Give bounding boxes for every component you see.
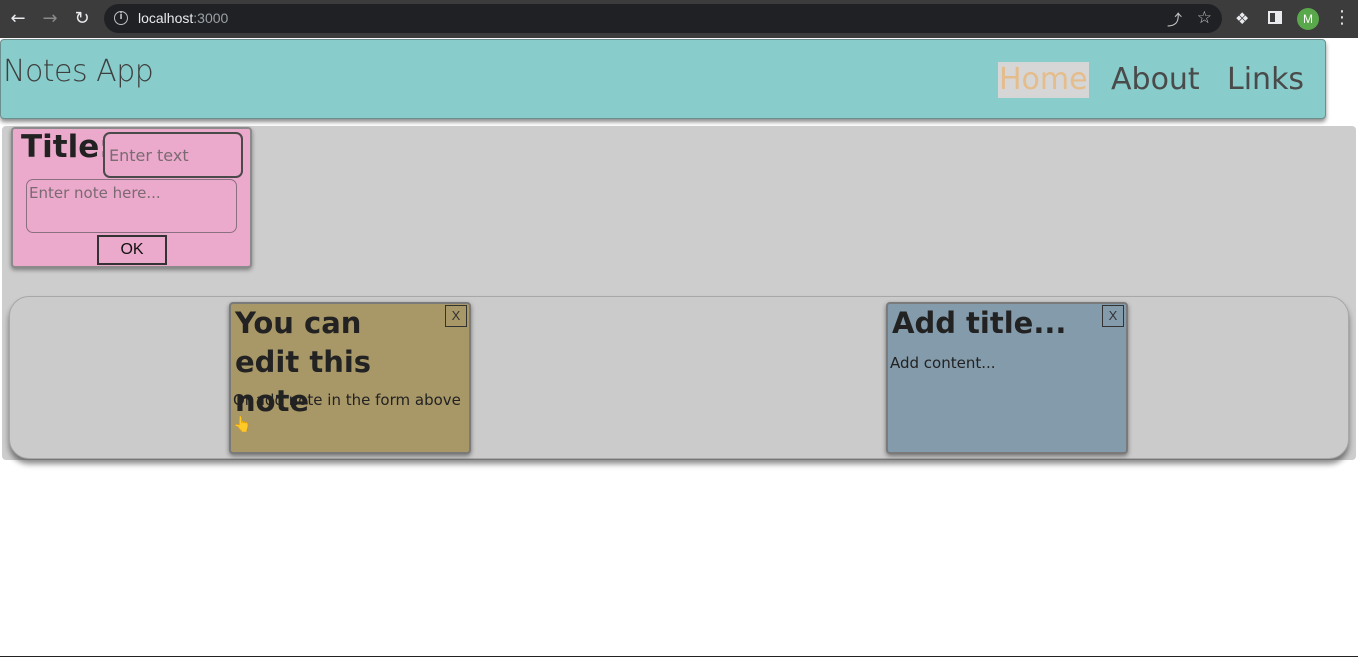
address-bar[interactable]: i localhost:3000 ⤴ ☆ <box>104 4 1222 33</box>
note-card[interactable]: Add title... Add content... X <box>886 302 1128 454</box>
bookmark-star-icon[interactable]: ☆ <box>1197 8 1212 28</box>
address-url[interactable]: localhost:3000 <box>138 10 228 26</box>
delete-note-button[interactable]: X <box>1102 305 1124 327</box>
browser-menu-icon[interactable]: ⋮ <box>1333 8 1351 28</box>
share-icon[interactable]: ⤴ <box>1167 9 1182 30</box>
note-card[interactable]: You can edit this note Or add note in th… <box>229 302 471 454</box>
notes-container <box>9 296 1349 459</box>
app-header: Notes App Home About Links <box>0 39 1326 119</box>
url-host: localhost <box>138 10 194 26</box>
extensions-puzzle-icon[interactable]: ❖ <box>1235 9 1249 28</box>
side-panel-icon[interactable] <box>1268 11 1282 24</box>
nav-link-home[interactable]: Home <box>998 62 1089 98</box>
note-textarea[interactable] <box>26 179 237 233</box>
title-input[interactable] <box>103 132 243 178</box>
site-info-icon[interactable]: i <box>114 11 128 25</box>
app-title: Notes App <box>3 54 154 89</box>
browser-toolbar: ← → ↻ i localhost:3000 ⤴ ☆ ❖ M ⋮ <box>0 0 1358 38</box>
ok-button[interactable]: OK <box>97 235 167 265</box>
reload-icon[interactable]: ↻ <box>72 9 92 29</box>
note-title[interactable]: Add title... <box>892 304 1092 343</box>
note-content[interactable]: Add content... <box>890 351 1126 375</box>
nav-link-about[interactable]: About <box>1111 62 1200 98</box>
url-port: :3000 <box>193 10 229 26</box>
note-form: Title: OK <box>11 127 252 268</box>
nav-link-links[interactable]: Links <box>1227 62 1304 98</box>
title-label: Title: <box>21 129 112 165</box>
note-content[interactable]: Or add note in the form above 👆 <box>233 388 469 436</box>
back-arrow-icon[interactable]: ← <box>8 9 28 29</box>
delete-note-button[interactable]: X <box>445 305 467 327</box>
forward-arrow-icon[interactable]: → <box>40 9 60 29</box>
profile-avatar[interactable]: M <box>1297 8 1319 30</box>
